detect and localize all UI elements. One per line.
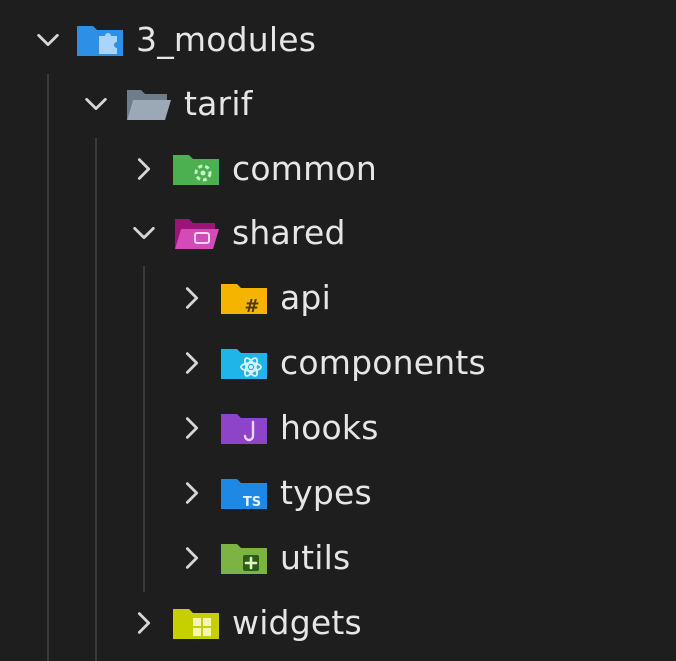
tree-item-label: hooks	[280, 408, 379, 447]
folder-types-icon: TS	[216, 471, 272, 515]
chevron-right-icon[interactable]	[124, 603, 164, 643]
folder-api-icon: #	[216, 276, 272, 320]
folder-common-icon	[168, 147, 224, 191]
chevron-right-icon[interactable]	[124, 149, 164, 189]
chevron-right-icon[interactable]	[172, 408, 212, 448]
chevron-right-icon[interactable]	[172, 343, 212, 383]
folder-modules-icon	[72, 18, 128, 62]
svg-text:TS: TS	[243, 495, 261, 510]
chevron-down-icon[interactable]	[28, 20, 68, 60]
tree-item-label: widgets	[232, 603, 362, 642]
tree-item-api[interactable]: # api	[0, 266, 676, 330]
folder-utils-icon	[216, 536, 272, 580]
tree-item-hooks[interactable]: hooks	[0, 396, 676, 460]
svg-text:#: #	[244, 296, 259, 317]
tree-item-label: 3_modules	[136, 20, 317, 59]
folder-shared-icon	[168, 211, 224, 255]
tree-item-3-modules[interactable]: 3_modules	[0, 8, 676, 72]
folder-components-icon	[216, 341, 272, 385]
chevron-down-icon[interactable]	[76, 84, 116, 124]
folder-open-icon	[120, 82, 176, 126]
tree-item-types[interactable]: TS types	[0, 461, 676, 525]
chevron-down-icon[interactable]	[124, 213, 164, 253]
tree-item-label: utils	[280, 538, 351, 577]
folder-hooks-icon	[216, 406, 272, 450]
tree-item-shared[interactable]: shared	[0, 201, 676, 265]
tree-item-widgets[interactable]: widgets	[0, 591, 676, 655]
file-explorer-tree: 3_modules tarif common shared # api comp…	[0, 0, 676, 661]
tree-item-label: types	[280, 473, 372, 512]
chevron-right-icon[interactable]	[172, 473, 212, 513]
tree-item-label: common	[232, 149, 377, 188]
tree-item-label: shared	[232, 213, 346, 252]
tree-item-label: api	[280, 278, 331, 317]
tree-item-label: components	[280, 343, 486, 382]
tree-item-utils[interactable]: utils	[0, 526, 676, 590]
tree-item-components[interactable]: components	[0, 331, 676, 395]
chevron-right-icon[interactable]	[172, 278, 212, 318]
tree-item-label: tarif	[184, 84, 253, 123]
folder-widgets-icon	[168, 601, 224, 645]
chevron-right-icon[interactable]	[172, 538, 212, 578]
tree-item-tarif[interactable]: tarif	[0, 72, 676, 136]
tree-item-common[interactable]: common	[0, 137, 676, 201]
